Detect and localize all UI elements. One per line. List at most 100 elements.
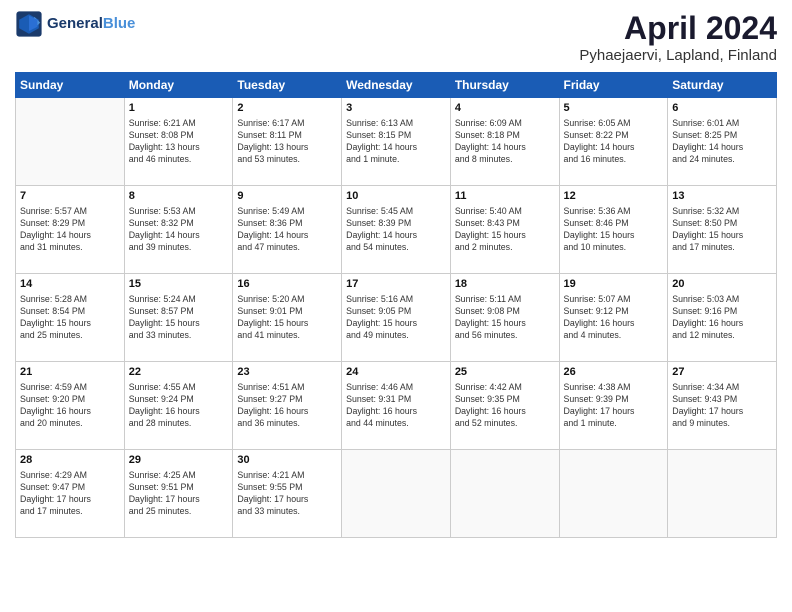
day-number: 6 (672, 101, 772, 116)
day-info: Sunrise: 6:13 AMSunset: 8:15 PMDaylight:… (346, 117, 446, 166)
day-number: 10 (346, 189, 446, 204)
calendar-day-cell: 4Sunrise: 6:09 AMSunset: 8:18 PMDaylight… (450, 98, 559, 186)
day-number: 20 (672, 277, 772, 292)
day-info: Sunrise: 5:24 AMSunset: 8:57 PMDaylight:… (129, 293, 229, 342)
day-info: Sunrise: 4:21 AMSunset: 9:55 PMDaylight:… (237, 469, 337, 518)
day-number: 23 (237, 365, 337, 380)
day-number: 3 (346, 101, 446, 116)
logo-area: GeneralBlue (15, 10, 135, 38)
calendar-day-cell: 2Sunrise: 6:17 AMSunset: 8:11 PMDaylight… (233, 98, 342, 186)
weekday-header: Sunday (16, 73, 125, 98)
calendar-day-cell: 30Sunrise: 4:21 AMSunset: 9:55 PMDayligh… (233, 450, 342, 538)
calendar-day-cell: 12Sunrise: 5:36 AMSunset: 8:46 PMDayligh… (559, 186, 668, 274)
day-number: 30 (237, 453, 337, 468)
day-number: 5 (564, 101, 664, 116)
calendar-day-cell (342, 450, 451, 538)
day-info: Sunrise: 5:03 AMSunset: 9:16 PMDaylight:… (672, 293, 772, 342)
weekday-header: Saturday (668, 73, 777, 98)
calendar-day-cell (450, 450, 559, 538)
calendar-day-cell: 5Sunrise: 6:05 AMSunset: 8:22 PMDaylight… (559, 98, 668, 186)
day-info: Sunrise: 4:51 AMSunset: 9:27 PMDaylight:… (237, 381, 337, 430)
calendar-table: SundayMondayTuesdayWednesdayThursdayFrid… (15, 72, 777, 538)
day-number: 12 (564, 189, 664, 204)
day-info: Sunrise: 6:09 AMSunset: 8:18 PMDaylight:… (455, 117, 555, 166)
calendar-day-cell: 28Sunrise: 4:29 AMSunset: 9:47 PMDayligh… (16, 450, 125, 538)
calendar-day-cell: 21Sunrise: 4:59 AMSunset: 9:20 PMDayligh… (16, 362, 125, 450)
calendar-day-cell: 14Sunrise: 5:28 AMSunset: 8:54 PMDayligh… (16, 274, 125, 362)
calendar-header-row: SundayMondayTuesdayWednesdayThursdayFrid… (16, 73, 777, 98)
calendar-day-cell: 22Sunrise: 4:55 AMSunset: 9:24 PMDayligh… (124, 362, 233, 450)
day-number: 13 (672, 189, 772, 204)
page: GeneralBlue April 2024 Pyhaejaervi, Lapl… (0, 0, 792, 612)
day-info: Sunrise: 5:32 AMSunset: 8:50 PMDaylight:… (672, 205, 772, 254)
calendar-day-cell: 7Sunrise: 5:57 AMSunset: 8:29 PMDaylight… (16, 186, 125, 274)
day-number: 9 (237, 189, 337, 204)
day-info: Sunrise: 5:20 AMSunset: 9:01 PMDaylight:… (237, 293, 337, 342)
day-info: Sunrise: 4:34 AMSunset: 9:43 PMDaylight:… (672, 381, 772, 430)
day-number: 16 (237, 277, 337, 292)
calendar-day-cell (559, 450, 668, 538)
day-number: 24 (346, 365, 446, 380)
day-info: Sunrise: 6:21 AMSunset: 8:08 PMDaylight:… (129, 117, 229, 166)
day-info: Sunrise: 4:29 AMSunset: 9:47 PMDaylight:… (20, 469, 120, 518)
weekday-header: Friday (559, 73, 668, 98)
logo-icon (15, 10, 43, 38)
day-number: 14 (20, 277, 120, 292)
weekday-header: Monday (124, 73, 233, 98)
calendar-day-cell: 15Sunrise: 5:24 AMSunset: 8:57 PMDayligh… (124, 274, 233, 362)
day-number: 11 (455, 189, 555, 204)
day-number: 4 (455, 101, 555, 116)
calendar-week-row: 1Sunrise: 6:21 AMSunset: 8:08 PMDaylight… (16, 98, 777, 186)
calendar-day-cell: 10Sunrise: 5:45 AMSunset: 8:39 PMDayligh… (342, 186, 451, 274)
calendar-week-row: 21Sunrise: 4:59 AMSunset: 9:20 PMDayligh… (16, 362, 777, 450)
day-info: Sunrise: 5:36 AMSunset: 8:46 PMDaylight:… (564, 205, 664, 254)
day-info: Sunrise: 6:05 AMSunset: 8:22 PMDaylight:… (564, 117, 664, 166)
day-number: 27 (672, 365, 772, 380)
page-title: April 2024 (579, 10, 777, 47)
calendar-day-cell: 26Sunrise: 4:38 AMSunset: 9:39 PMDayligh… (559, 362, 668, 450)
day-info: Sunrise: 4:38 AMSunset: 9:39 PMDaylight:… (564, 381, 664, 430)
calendar-week-row: 7Sunrise: 5:57 AMSunset: 8:29 PMDaylight… (16, 186, 777, 274)
header: GeneralBlue April 2024 Pyhaejaervi, Lapl… (15, 10, 777, 64)
day-number: 28 (20, 453, 120, 468)
day-info: Sunrise: 4:55 AMSunset: 9:24 PMDaylight:… (129, 381, 229, 430)
calendar-week-row: 14Sunrise: 5:28 AMSunset: 8:54 PMDayligh… (16, 274, 777, 362)
day-info: Sunrise: 4:42 AMSunset: 9:35 PMDaylight:… (455, 381, 555, 430)
day-info: Sunrise: 4:59 AMSunset: 9:20 PMDaylight:… (20, 381, 120, 430)
day-number: 21 (20, 365, 120, 380)
day-info: Sunrise: 6:17 AMSunset: 8:11 PMDaylight:… (237, 117, 337, 166)
calendar-day-cell: 11Sunrise: 5:40 AMSunset: 8:43 PMDayligh… (450, 186, 559, 274)
day-info: Sunrise: 5:07 AMSunset: 9:12 PMDaylight:… (564, 293, 664, 342)
day-info: Sunrise: 5:49 AMSunset: 8:36 PMDaylight:… (237, 205, 337, 254)
day-info: Sunrise: 5:28 AMSunset: 8:54 PMDaylight:… (20, 293, 120, 342)
weekday-header: Wednesday (342, 73, 451, 98)
day-number: 17 (346, 277, 446, 292)
day-info: Sunrise: 5:53 AMSunset: 8:32 PMDaylight:… (129, 205, 229, 254)
calendar-day-cell (16, 98, 125, 186)
day-info: Sunrise: 5:57 AMSunset: 8:29 PMDaylight:… (20, 205, 120, 254)
day-info: Sunrise: 4:25 AMSunset: 9:51 PMDaylight:… (129, 469, 229, 518)
day-number: 7 (20, 189, 120, 204)
calendar-day-cell: 1Sunrise: 6:21 AMSunset: 8:08 PMDaylight… (124, 98, 233, 186)
day-number: 26 (564, 365, 664, 380)
day-info: Sunrise: 6:01 AMSunset: 8:25 PMDaylight:… (672, 117, 772, 166)
calendar-day-cell: 29Sunrise: 4:25 AMSunset: 9:51 PMDayligh… (124, 450, 233, 538)
day-number: 22 (129, 365, 229, 380)
calendar-week-row: 28Sunrise: 4:29 AMSunset: 9:47 PMDayligh… (16, 450, 777, 538)
calendar-day-cell: 23Sunrise: 4:51 AMSunset: 9:27 PMDayligh… (233, 362, 342, 450)
calendar-day-cell: 18Sunrise: 5:11 AMSunset: 9:08 PMDayligh… (450, 274, 559, 362)
day-info: Sunrise: 4:46 AMSunset: 9:31 PMDaylight:… (346, 381, 446, 430)
logo-general: General (47, 15, 103, 32)
calendar-day-cell: 20Sunrise: 5:03 AMSunset: 9:16 PMDayligh… (668, 274, 777, 362)
calendar-day-cell: 24Sunrise: 4:46 AMSunset: 9:31 PMDayligh… (342, 362, 451, 450)
page-subtitle: Pyhaejaervi, Lapland, Finland (579, 47, 777, 64)
calendar-day-cell: 13Sunrise: 5:32 AMSunset: 8:50 PMDayligh… (668, 186, 777, 274)
day-info: Sunrise: 5:40 AMSunset: 8:43 PMDaylight:… (455, 205, 555, 254)
calendar-day-cell: 27Sunrise: 4:34 AMSunset: 9:43 PMDayligh… (668, 362, 777, 450)
calendar-day-cell (668, 450, 777, 538)
calendar-day-cell: 17Sunrise: 5:16 AMSunset: 9:05 PMDayligh… (342, 274, 451, 362)
calendar-day-cell: 16Sunrise: 5:20 AMSunset: 9:01 PMDayligh… (233, 274, 342, 362)
calendar-day-cell: 19Sunrise: 5:07 AMSunset: 9:12 PMDayligh… (559, 274, 668, 362)
day-number: 15 (129, 277, 229, 292)
day-number: 8 (129, 189, 229, 204)
